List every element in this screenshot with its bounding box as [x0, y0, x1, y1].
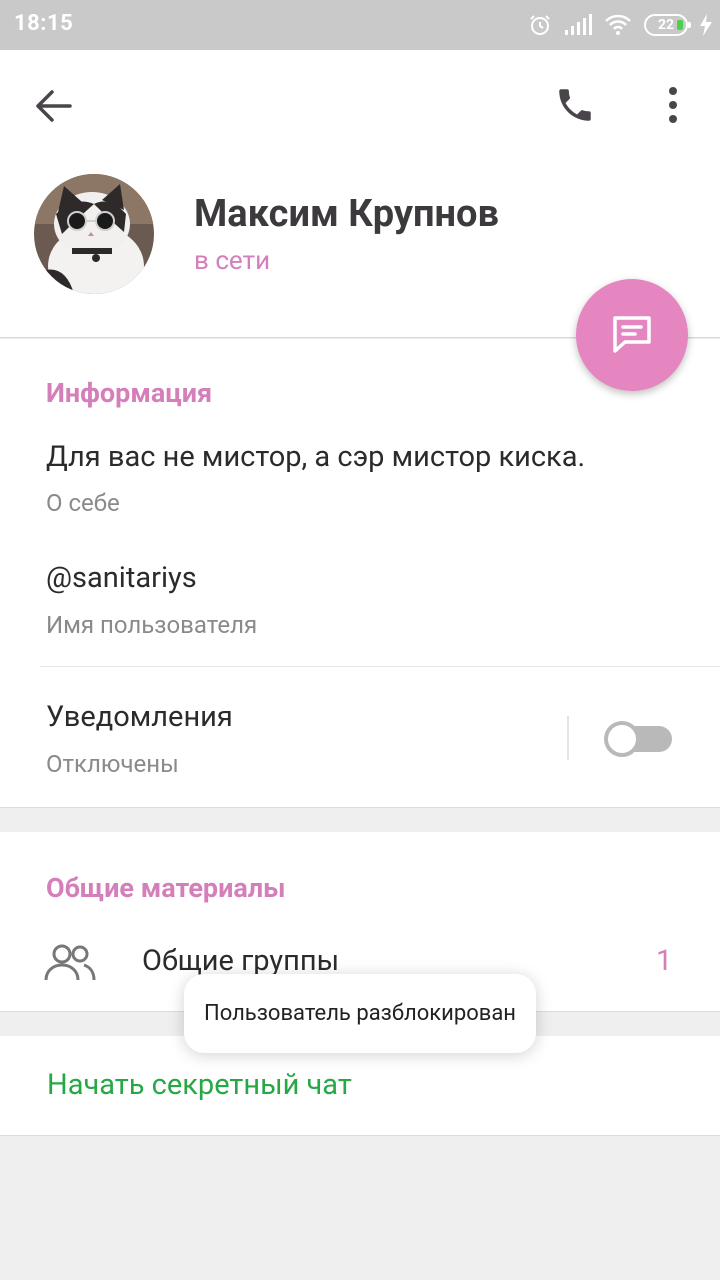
- divider: [40, 666, 720, 667]
- notifications-label[interactable]: Уведомления: [46, 700, 233, 734]
- cat-avatar-image: [34, 174, 154, 294]
- avatar[interactable]: [34, 174, 154, 294]
- charging-icon: [700, 14, 712, 36]
- start-secret-chat-button[interactable]: Начать секретный чат: [47, 1068, 352, 1102]
- status-bar: 18:15 22: [0, 0, 720, 50]
- back-button[interactable]: [30, 86, 80, 126]
- wifi-icon: [605, 14, 631, 35]
- more-options-button[interactable]: [658, 84, 688, 126]
- bio-text[interactable]: Для вас не мистор, а сэр мистор киска.: [46, 440, 585, 474]
- info-section-title: Информация: [46, 377, 213, 409]
- bio-label: О себе: [46, 489, 120, 517]
- arrow-left-icon: [36, 90, 72, 122]
- notifications-toggle[interactable]: [604, 721, 672, 757]
- signal-icon: [565, 14, 592, 35]
- toast-text: Пользователь разблокирован: [204, 1001, 516, 1026]
- notifications-status: Отключены: [46, 750, 179, 778]
- vertical-divider: [567, 716, 569, 760]
- profile-name: Максим Крупнов: [194, 192, 499, 236]
- shared-section-title: Общие материалы: [46, 872, 286, 904]
- message-icon: [613, 316, 651, 353]
- status-time: 18:15: [14, 11, 74, 36]
- alarm-icon: [530, 15, 550, 35]
- send-message-button[interactable]: [576, 279, 688, 391]
- toggle-knob: [604, 721, 640, 757]
- info-section: Информация Для вас не мистор, а сэр мист…: [0, 339, 720, 808]
- people-icon: [44, 944, 96, 981]
- battery-level: 22: [657, 17, 675, 33]
- call-button[interactable]: [552, 84, 598, 126]
- username-label: Имя пользователя: [46, 611, 258, 639]
- toast-notification: Пользователь разблокирован: [184, 974, 536, 1053]
- shared-groups-count: 1: [656, 944, 673, 978]
- online-status: в сети: [194, 246, 271, 276]
- username-text[interactable]: @sanitariys: [46, 561, 197, 595]
- shared-groups-label[interactable]: Общие группы: [142, 944, 339, 978]
- battery-icon: 22: [644, 14, 691, 36]
- status-icons: 22: [528, 12, 712, 38]
- phone-icon: [559, 89, 591, 121]
- more-vertical-icon: [669, 87, 677, 123]
